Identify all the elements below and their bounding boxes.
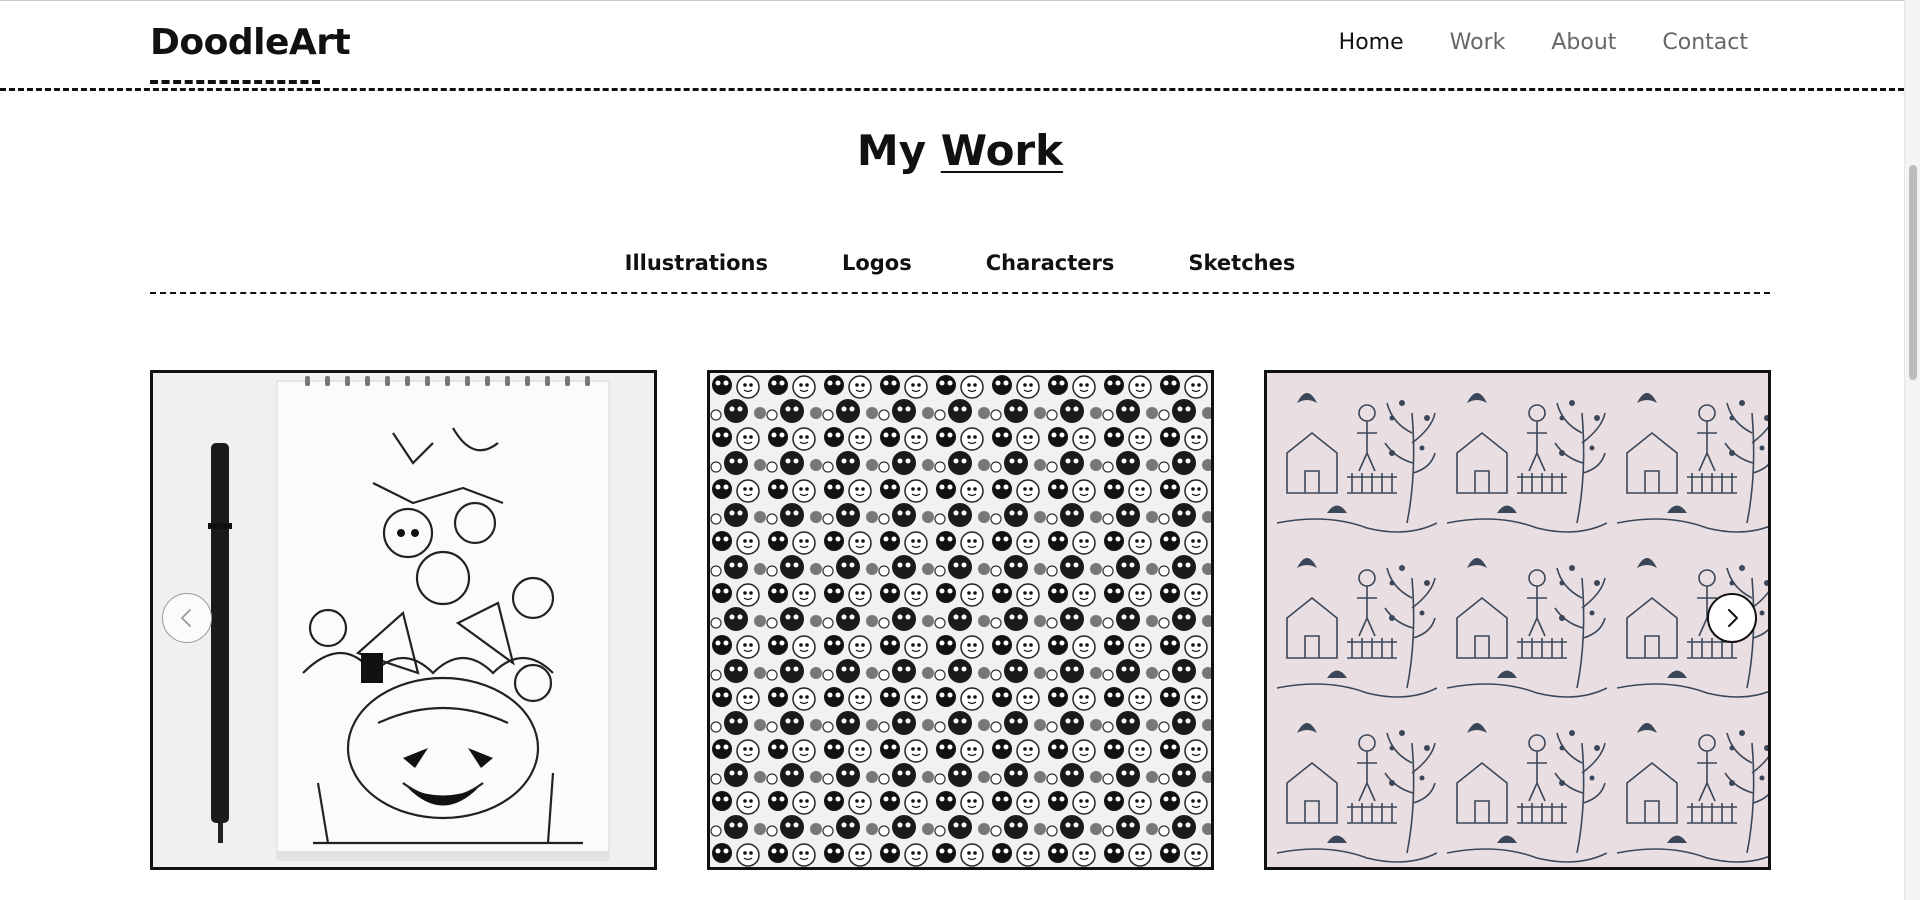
section-title-prefix: My xyxy=(856,126,927,175)
page-scrollbar[interactable] xyxy=(1904,0,1920,900)
gallery-item-toile-pattern[interactable] xyxy=(1264,370,1771,870)
tab-illustrations[interactable]: Illustrations xyxy=(625,251,768,275)
tab-sketches[interactable]: Sketches xyxy=(1188,251,1295,275)
halloween-doodle-sketchbook-image xyxy=(153,373,654,867)
nav-link-contact[interactable]: Contact xyxy=(1662,30,1748,55)
nav-link-home[interactable]: Home xyxy=(1339,30,1404,55)
scrollbar-thumb[interactable] xyxy=(1909,165,1917,380)
tab-characters[interactable]: Characters xyxy=(986,251,1115,275)
monochrome-characters-pattern-image xyxy=(710,373,1211,867)
section-title: My Work xyxy=(0,126,1920,175)
tabs-dashed-divider xyxy=(150,292,1770,294)
carousel-next-button[interactable] xyxy=(1707,593,1757,643)
nav-link-work[interactable]: Work xyxy=(1450,30,1506,55)
toile-pattern-image xyxy=(1267,373,1768,867)
site-logo[interactable]: DoodleArt xyxy=(150,22,351,63)
tab-logos[interactable]: Logos xyxy=(842,251,912,275)
chevron-right-icon xyxy=(1728,609,1738,627)
section-title-emphasis: Work xyxy=(940,126,1064,175)
nav-link-about[interactable]: About xyxy=(1551,30,1616,55)
gallery-item-halloween[interactable] xyxy=(150,370,657,870)
site-header: DoodleArt Home Work About Contact xyxy=(0,0,1904,91)
logo-dashed-underline xyxy=(150,80,320,84)
main-nav: Home Work About Contact xyxy=(1339,30,1748,55)
carousel-prev-button[interactable] xyxy=(162,593,212,643)
chevron-left-icon xyxy=(181,609,191,627)
gallery-item-characters-pattern[interactable] xyxy=(707,370,1214,870)
header-dashed-divider xyxy=(0,88,1904,91)
category-tabs: Illustrations Logos Characters Sketches xyxy=(0,251,1920,275)
